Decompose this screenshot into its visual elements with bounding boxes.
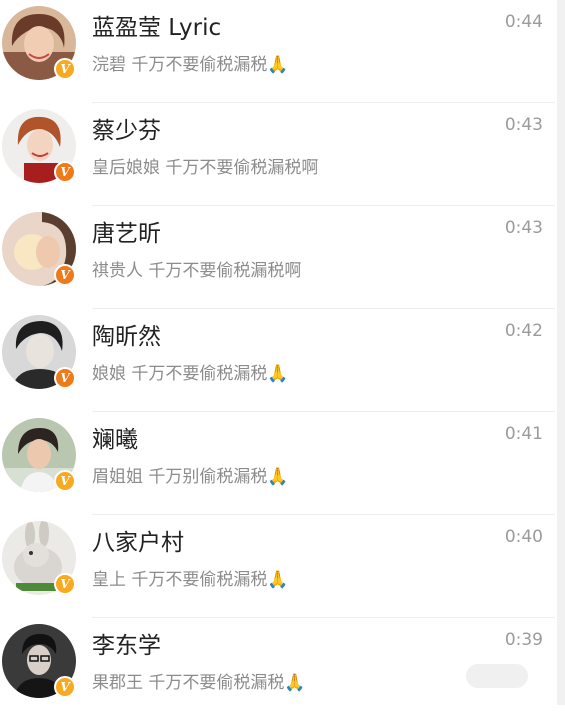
watermark-logo	[466, 664, 528, 688]
message-time: 0:43	[504, 218, 543, 238]
conversation-row[interactable]: V 陶昕然 0:42 娘娘 千万不要偷税漏税🙏	[0, 309, 555, 412]
conversation-row[interactable]: V 斓曦 0:41 眉姐姐 千万别偷税漏税🙏	[0, 412, 555, 515]
message-preview: 皇后娘娘 千万不要偷税漏税啊	[92, 158, 319, 178]
verified-badge-icon: V	[54, 58, 76, 80]
scrollbar[interactable]	[557, 0, 565, 705]
verified-badge-icon: V	[54, 676, 76, 698]
message-time: 0:42	[504, 321, 543, 341]
message-time: 0:39	[504, 630, 543, 650]
message-preview: 浣碧 千万不要偷税漏税🙏	[92, 55, 289, 75]
verified-badge-icon: V	[54, 470, 76, 492]
message-preview: 皇上 千万不要偷税漏税🙏	[92, 570, 289, 590]
verified-badge-icon: V	[54, 573, 76, 595]
verified-badge-icon: V	[54, 264, 76, 286]
conversation-row[interactable]: V 唐艺昕 0:43 祺贵人 千万不要偷税漏税啊	[0, 206, 555, 309]
contact-name: 八家户村	[92, 530, 184, 556]
conversation-row[interactable]: V 蔡少芬 0:43 皇后娘娘 千万不要偷税漏税啊	[0, 103, 555, 206]
conversation-row[interactable]: V 八家户村 0:40 皇上 千万不要偷税漏税🙏	[0, 515, 555, 618]
message-preview: 娘娘 千万不要偷税漏税🙏	[92, 364, 289, 384]
verified-badge-icon: V	[54, 161, 76, 183]
contact-name: 蓝盈莹 Lyric	[92, 15, 222, 41]
contact-name: 唐艺昕	[92, 221, 161, 247]
message-list: V 蓝盈莹 Lyric 0:44 浣碧 千万不要偷税漏税🙏 V 蔡少芬 0:43…	[0, 0, 555, 721]
contact-name: 蔡少芬	[92, 118, 161, 144]
message-time: 0:44	[504, 12, 543, 32]
message-time: 0:43	[504, 115, 543, 135]
message-time: 0:41	[504, 424, 543, 444]
message-preview: 果郡王 千万不要偷税漏税🙏	[92, 673, 306, 693]
message-preview: 祺贵人 千万不要偷税漏税啊	[92, 261, 302, 281]
message-preview: 眉姐姐 千万别偷税漏税🙏	[92, 467, 289, 487]
verified-badge-icon: V	[54, 367, 76, 389]
contact-name: 陶昕然	[92, 324, 161, 350]
contact-name: 斓曦	[92, 427, 138, 453]
message-time: 0:40	[504, 527, 543, 547]
conversation-row[interactable]: V 蓝盈莹 Lyric 0:44 浣碧 千万不要偷税漏税🙏	[0, 0, 555, 103]
contact-name: 李东学	[92, 633, 161, 659]
